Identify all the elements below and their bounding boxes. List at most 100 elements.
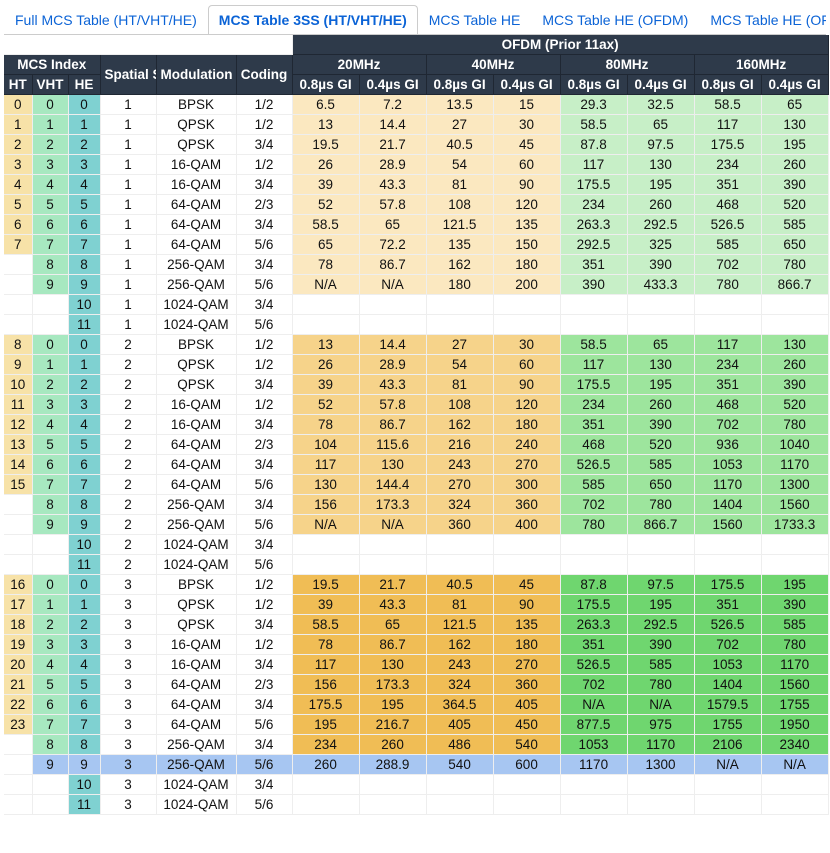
table-row[interactable]: 333116-QAM1/22628.95460117130234260 (4, 155, 828, 175)
table-row[interactable]: 1021024-QAM3/4 (4, 535, 828, 555)
rate-cell: 104 (292, 435, 359, 455)
table-row[interactable]: 991256-QAM5/6N/AN/A180200390433.3780866.… (4, 275, 828, 295)
tab[interactable]: Full MCS Table (HT/VHT/HE) (4, 5, 208, 35)
rate-cell: 234 (694, 155, 761, 175)
mcs-index-cell: 9 (68, 755, 100, 775)
rate-cell: 117 (694, 115, 761, 135)
table-row[interactable]: 1933316-QAM1/27886.7162180351390702780 (4, 635, 828, 655)
rate-cell (426, 315, 493, 335)
rate-cell: 780 (761, 635, 828, 655)
spatial-streams-cell: 1 (100, 95, 156, 115)
table-row[interactable]: 1466264-QAM3/4117130243270526.5585105311… (4, 455, 828, 475)
mcs-index-cell: 22 (4, 695, 32, 715)
mcs-index-cell: 6 (32, 695, 68, 715)
rate-cell: 200 (493, 275, 560, 295)
rate-cell: 97.5 (627, 575, 694, 595)
modulation-cell: 16-QAM (156, 635, 236, 655)
mcs-index-cell: 0 (32, 575, 68, 595)
rate-cell: 585 (560, 475, 627, 495)
table-row[interactable]: 1011024-QAM3/4 (4, 295, 828, 315)
rate-cell: 81 (426, 175, 493, 195)
table-row[interactable]: 883256-QAM3/4234260486540105311702106234… (4, 735, 828, 755)
rate-cell (292, 555, 359, 575)
mcs-index-cell: 7 (68, 235, 100, 255)
rate-cell: 1170 (761, 455, 828, 475)
rate-cell: 58.5 (560, 335, 627, 355)
mcs-index-cell: 19 (4, 635, 32, 655)
table-row[interactable]: 8002BPSK1/21314.4273058.565117130 (4, 335, 828, 355)
rate-cell: 30 (493, 115, 560, 135)
table-row[interactable]: 16003BPSK1/219.521.740.54587.897.5175.51… (4, 575, 828, 595)
table-row[interactable]: 1133216-QAM1/25257.8108120234260468520 (4, 395, 828, 415)
table-row[interactable]: 9112QPSK1/22628.95460117130234260 (4, 355, 828, 375)
table-row[interactable]: 1121024-QAM5/6 (4, 555, 828, 575)
table-row[interactable]: 1577264-QAM5/6130144.4270300585650117013… (4, 475, 828, 495)
rate-cell: 81 (426, 595, 493, 615)
tab[interactable]: MCS Table HE (OFDM) (531, 5, 699, 35)
rate-cell: 135 (493, 615, 560, 635)
mcs-index-cell: 2 (32, 375, 68, 395)
tab[interactable]: MCS Table 3SS (HT/VHT/HE) (208, 5, 418, 35)
rate-cell: 351 (694, 175, 761, 195)
table-row[interactable]: 1111QPSK1/21314.4273058.565117130 (4, 115, 828, 135)
rate-cell: 585 (627, 655, 694, 675)
table-row[interactable]: 2221QPSK3/419.521.740.54587.897.5175.519… (4, 135, 828, 155)
rate-cell: 21.7 (359, 135, 426, 155)
rate-cell (694, 555, 761, 575)
rate-cell: N/A (560, 695, 627, 715)
mcs-index-cell: 7 (32, 475, 68, 495)
table-row[interactable]: 2155364-QAM2/3156173.3324360702780140415… (4, 675, 828, 695)
rate-cell (292, 535, 359, 555)
rate-cell (493, 775, 560, 795)
table-row[interactable]: 2377364-QAM5/6195216.7405450877.59751755… (4, 715, 828, 735)
mcs-index-cell: 18 (4, 615, 32, 635)
mcs-index-cell: 4 (4, 175, 32, 195)
rate-cell: N/A (694, 755, 761, 775)
table-row[interactable]: 992256-QAM5/6N/AN/A360400780866.71560173… (4, 515, 828, 535)
table-row[interactable]: 882256-QAM3/4156173.33243607027801404156… (4, 495, 828, 515)
rate-cell: 60 (493, 155, 560, 175)
table-row[interactable]: 555164-QAM2/35257.8108120234260468520 (4, 195, 828, 215)
table-row[interactable]: 993256-QAM5/6260288.954060011701300N/AN/… (4, 755, 828, 775)
rate-cell: 29.3 (560, 95, 627, 115)
mcs-index-cell (32, 795, 68, 815)
rate-cell: 234 (694, 355, 761, 375)
table-row[interactable]: 0001BPSK1/26.57.213.51529.332.558.565 (4, 95, 828, 115)
table-row[interactable]: 881256-QAM3/47886.7162180351390702780 (4, 255, 828, 275)
rate-cell: 27 (426, 115, 493, 135)
table-row[interactable]: 1131024-QAM5/6 (4, 795, 828, 815)
table-row[interactable]: 777164-QAM5/66572.2135150292.5325585650 (4, 235, 828, 255)
rate-cell: 180 (493, 255, 560, 275)
rate-cell: 90 (493, 375, 560, 395)
table-row[interactable]: 1111024-QAM5/6 (4, 315, 828, 335)
rate-cell: 175.5 (694, 575, 761, 595)
table-row[interactable]: 10222QPSK3/43943.38190175.5195351390 (4, 375, 828, 395)
mcs-index-cell: 3 (32, 155, 68, 175)
mcs-index-cell: 2 (68, 615, 100, 635)
rate-cell (761, 535, 828, 555)
mcs-index-cell: 2 (32, 615, 68, 635)
tab[interactable]: MCS Table HE (418, 5, 532, 35)
rate-cell: 1300 (627, 755, 694, 775)
rate-cell: 162 (426, 255, 493, 275)
table-row[interactable]: 18223QPSK3/458.565121.5135263.3292.5526.… (4, 615, 828, 635)
table-row[interactable]: 17113QPSK1/23943.38190175.5195351390 (4, 595, 828, 615)
table-row[interactable]: 2044316-QAM3/4117130243270526.5585105311… (4, 655, 828, 675)
rate-cell (426, 795, 493, 815)
spatial-streams-cell: 1 (100, 275, 156, 295)
table-row[interactable]: 1244216-QAM3/47886.7162180351390702780 (4, 415, 828, 435)
table-row[interactable]: 666164-QAM3/458.565121.5135263.3292.5526… (4, 215, 828, 235)
rate-cell: 14.4 (359, 115, 426, 135)
rate-cell: 86.7 (359, 255, 426, 275)
table-row[interactable]: 444116-QAM3/43943.38190175.5195351390 (4, 175, 828, 195)
mcs-index-cell: 8 (68, 255, 100, 275)
rate-cell: 57.8 (359, 395, 426, 415)
table-row[interactable]: 1031024-QAM3/4 (4, 775, 828, 795)
rate-cell: 78 (292, 635, 359, 655)
table-row[interactable]: 2266364-QAM3/4175.5195364.5405N/AN/A1579… (4, 695, 828, 715)
modulation-cell: QPSK (156, 135, 236, 155)
table-row[interactable]: 1355264-QAM2/3104115.6216240468520936104… (4, 435, 828, 455)
tab[interactable]: MCS Table HE (OFDMA) (699, 5, 826, 35)
rate-cell: 324 (426, 495, 493, 515)
rate-cell: 216.7 (359, 715, 426, 735)
